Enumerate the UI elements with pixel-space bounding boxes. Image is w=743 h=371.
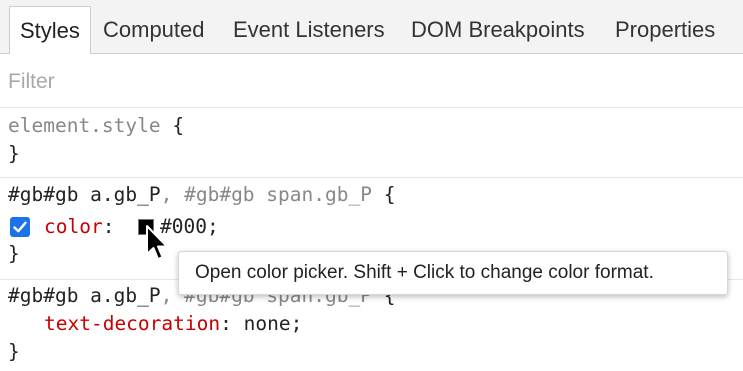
rule-close: } [8, 142, 20, 165]
tooltip-text: Open color picker. Shift + Click to chan… [195, 262, 654, 283]
filter-input[interactable] [8, 68, 708, 96]
rule-header: element.style { [8, 114, 185, 137]
property-line: color: [44, 215, 127, 238]
property-line: text-decoration: none; [44, 312, 303, 335]
property-checkbox[interactable] [10, 217, 30, 237]
selector-active[interactable]: #gb#gb a.gb_P [8, 284, 161, 307]
rule-header: #gb#gb a.gb_P, #gb#gb span.gb_P { [8, 183, 396, 206]
rule-close: } [8, 340, 20, 363]
filter-bar [0, 54, 743, 108]
color-picker-tooltip: Open color picker. Shift + Click to chan… [178, 251, 728, 295]
property-name[interactable]: text-decoration [44, 312, 220, 335]
tab-computed[interactable]: Computed [103, 0, 205, 54]
tab-dom-breakpoints[interactable]: DOM Breakpoints [411, 0, 585, 54]
selector[interactable]: element.style [8, 114, 161, 137]
mouse-pointer-icon [146, 225, 168, 260]
checkmark-icon [13, 221, 27, 233]
tab-event-listeners[interactable]: Event Listeners [233, 0, 385, 54]
rule-element-style: element.style { } [0, 108, 743, 178]
tab-styles[interactable]: Styles [9, 6, 91, 54]
property-name[interactable]: color [44, 215, 103, 238]
tab-properties[interactable]: Properties [615, 0, 715, 54]
rule-close: } [8, 242, 20, 265]
property-value[interactable]: none [244, 312, 291, 335]
selector-active[interactable]: #gb#gb a.gb_P [8, 183, 161, 206]
tab-bar: Styles Computed Event Listeners DOM Brea… [0, 0, 743, 54]
selector-inactive[interactable]: #gb#gb span.gb_P [184, 183, 372, 206]
